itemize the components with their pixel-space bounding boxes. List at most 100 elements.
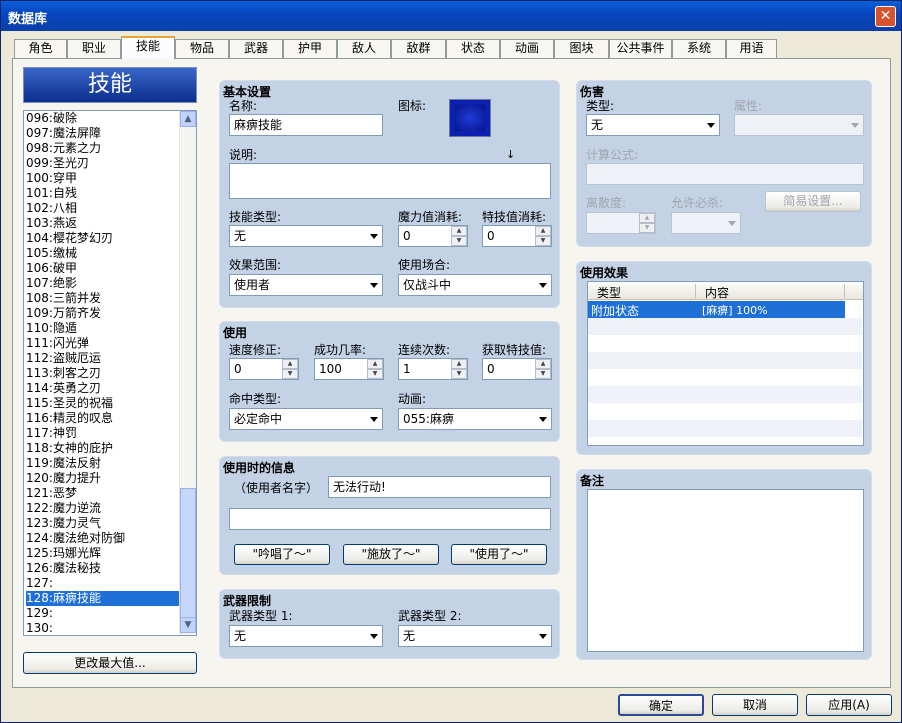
list-item[interactable]: 108:三箭并发 (26, 291, 180, 306)
release-template-button[interactable]: "施放了～" (343, 544, 439, 565)
list-item[interactable]: 123:魔力灵气 (26, 516, 180, 531)
column-type[interactable]: 类型 (597, 284, 621, 301)
list-item[interactable]: 101:自残 (26, 186, 180, 201)
skill-type-select[interactable]: 无 (229, 225, 383, 247)
list-item[interactable]: 130: (26, 621, 180, 635)
spin-down-icon[interactable]: ▼ (451, 236, 467, 246)
tab-1[interactable]: 职业 (67, 39, 121, 58)
critical-select[interactable] (671, 212, 741, 234)
list-item[interactable]: 114:英勇之刃 (26, 381, 180, 396)
tp-cost-stepper[interactable]: 0 ▲ ▼ (482, 225, 552, 247)
damage-type-select[interactable]: 无 (586, 114, 720, 136)
ok-button[interactable]: 确定 (618, 694, 704, 716)
table-row[interactable] (588, 437, 862, 445)
spin-up-icon[interactable]: ▲ (535, 226, 551, 236)
tab-3[interactable]: 物品 (175, 39, 229, 58)
spin-down-icon[interactable]: ▼ (535, 369, 551, 379)
description-input[interactable] (229, 163, 551, 199)
spin-up-icon[interactable]: ▲ (639, 213, 655, 223)
success-stepper[interactable]: 100 ▲ ▼ (314, 358, 384, 380)
spin-up-icon[interactable]: ▲ (451, 226, 467, 236)
spin-down-icon[interactable]: ▼ (282, 369, 298, 379)
list-item[interactable]: 100:穿甲 (26, 171, 180, 186)
weapon-type2-select[interactable]: 无 (398, 625, 552, 647)
list-item[interactable]: 111:闪光弹 (26, 336, 180, 351)
list-item[interactable]: 112:盗贼厄运 (26, 351, 180, 366)
tab-11[interactable]: 公共事件 (609, 39, 672, 58)
list-item[interactable]: 096:破除 (26, 111, 180, 126)
table-row[interactable] (588, 352, 862, 369)
list-item[interactable]: 120:魔力提升 (26, 471, 180, 486)
tab-9[interactable]: 动画 (500, 39, 554, 58)
scroll-down-icon[interactable]: ▼ (180, 617, 196, 633)
list-item[interactable]: 129: (26, 606, 180, 621)
skill-list[interactable]: 096:破除 097:魔法屏障 098:元素之力 099:圣光刃 100:穿甲 101:自… (23, 110, 197, 636)
spin-down-icon[interactable]: ▼ (535, 236, 551, 246)
column-content[interactable]: 内容 (705, 284, 729, 301)
tab-7[interactable]: 敌群 (391, 39, 446, 58)
tab-5[interactable]: 护甲 (283, 39, 337, 58)
note-input[interactable] (587, 489, 864, 652)
list-item[interactable]: 113:刺客之刃 (26, 366, 180, 381)
list-item[interactable]: 125:玛娜光辉 (26, 546, 180, 561)
repeat-stepper[interactable]: 1 ▲ ▼ (398, 358, 468, 380)
change-max-button[interactable]: 更改最大值... (23, 652, 197, 674)
element-select[interactable] (734, 114, 864, 136)
list-item[interactable]: 099:圣光刃 (26, 156, 180, 171)
speed-stepper[interactable]: 0 ▲ ▼ (229, 358, 299, 380)
weapon-type1-select[interactable]: 无 (229, 625, 383, 647)
spin-up-icon[interactable]: ▲ (535, 359, 551, 369)
cast-template-button[interactable]: "吟唱了～" (234, 544, 330, 565)
table-row[interactable]: 附加状态 [麻痹] 100% (588, 301, 845, 318)
list-item[interactable]: 107:绝影 (26, 276, 180, 291)
simple-settings-button[interactable]: 简易设置... (765, 191, 861, 212)
tab-12[interactable]: 系统 (672, 39, 726, 58)
animation-select[interactable]: 055:麻痹 (398, 408, 552, 430)
spin-down-icon[interactable]: ▼ (639, 223, 655, 233)
list-item[interactable]: 124:魔法绝对防御 (26, 531, 180, 546)
list-scrollbar[interactable]: ▲ ▼ (179, 111, 196, 635)
name-input[interactable]: 麻痹技能 (229, 114, 383, 136)
spin-down-icon[interactable]: ▼ (451, 369, 467, 379)
list-item[interactable]: 127: (26, 576, 180, 591)
message-line2-input[interactable] (229, 508, 551, 530)
list-item[interactable]: 121:恶梦 (26, 486, 180, 501)
cancel-button[interactable]: 取消 (712, 694, 798, 716)
message-line1-input[interactable]: 无法行动! (328, 476, 551, 498)
list-item[interactable]: 118:女神的庇护 (26, 441, 180, 456)
tab-13[interactable]: 用语 (726, 39, 777, 58)
scroll-thumb[interactable] (180, 488, 196, 618)
list-item[interactable]: 097:魔法屏障 (26, 126, 180, 141)
list-item[interactable]: 106:破甲 (26, 261, 180, 276)
spin-down-icon[interactable]: ▼ (367, 369, 383, 379)
list-item[interactable]: 117:神罚 (26, 426, 180, 441)
list-item[interactable]: 126:魔法秘技 (26, 561, 180, 576)
spin-up-icon[interactable]: ▲ (367, 359, 383, 369)
list-item[interactable]: 103:燕返 (26, 216, 180, 231)
mp-cost-stepper[interactable]: 0 ▲ ▼ (398, 225, 468, 247)
table-row[interactable] (588, 318, 862, 335)
list-item[interactable]: 128:麻痹技能 (26, 591, 180, 606)
use-template-button[interactable]: "使用了～" (451, 544, 547, 565)
skill-icon-slot[interactable] (449, 99, 491, 137)
tab-0[interactable]: 角色 (14, 39, 67, 58)
list-item[interactable]: 119:魔法反射 (26, 456, 180, 471)
tab-8[interactable]: 状态 (446, 39, 500, 58)
table-row[interactable] (588, 403, 862, 420)
tab-10[interactable]: 图块 (554, 39, 609, 58)
close-icon[interactable]: ✕ (875, 6, 896, 27)
variance-stepper[interactable]: ▲ ▼ (586, 212, 656, 234)
list-item[interactable]: 102:八相 (26, 201, 180, 216)
list-item[interactable]: 116:精灵的叹息 (26, 411, 180, 426)
list-item[interactable]: 110:隐遁 (26, 321, 180, 336)
scope-select[interactable]: 使用者 (229, 274, 383, 296)
hit-type-select[interactable]: 必定命中 (229, 408, 383, 430)
table-row[interactable] (588, 335, 862, 352)
table-row[interactable] (588, 420, 862, 437)
tp-gain-stepper[interactable]: 0 ▲ ▼ (482, 358, 552, 380)
spin-up-icon[interactable]: ▲ (282, 359, 298, 369)
list-item[interactable]: 109:万箭齐发 (26, 306, 180, 321)
occasion-select[interactable]: 仅战斗中 (398, 274, 552, 296)
effects-table[interactable]: 类型 内容 附加状态 [麻痹] 100% (587, 281, 864, 446)
table-row[interactable] (588, 369, 862, 386)
